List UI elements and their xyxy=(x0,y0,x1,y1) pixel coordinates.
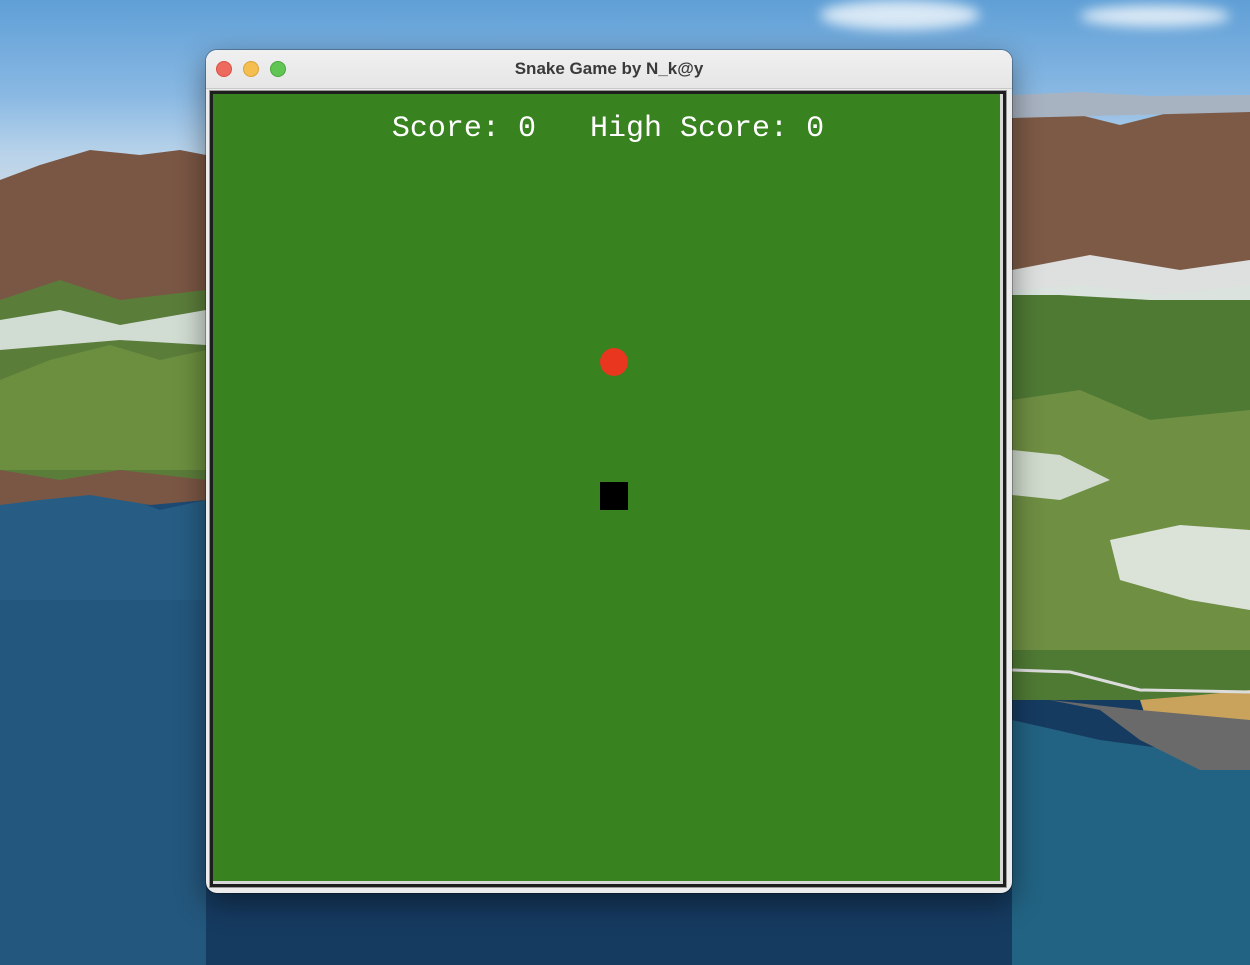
score-label: Score: xyxy=(391,112,500,146)
high-score-value: 0 xyxy=(806,112,825,146)
window-title: Snake Game by N_k@y xyxy=(514,59,704,78)
snake-head xyxy=(600,482,628,510)
app-window: Snake Game by N_k@y Score: 0 High Score:… xyxy=(206,50,1012,893)
title-bar[interactable]: Snake Game by N_k@y xyxy=(206,50,1012,89)
food-pellet xyxy=(600,348,628,376)
maximize-button[interactable] xyxy=(270,61,286,77)
scoreboard: Score: 0 High Score: 0 xyxy=(213,112,1003,146)
score-value: 0 xyxy=(517,112,536,146)
game-board[interactable]: Score: 0 High Score: 0 xyxy=(213,94,1003,884)
game-canvas-frame: Score: 0 High Score: 0 xyxy=(209,90,1007,888)
high-score-label: High Score: xyxy=(590,112,789,146)
minimize-button[interactable] xyxy=(243,61,259,77)
close-button[interactable] xyxy=(216,61,232,77)
